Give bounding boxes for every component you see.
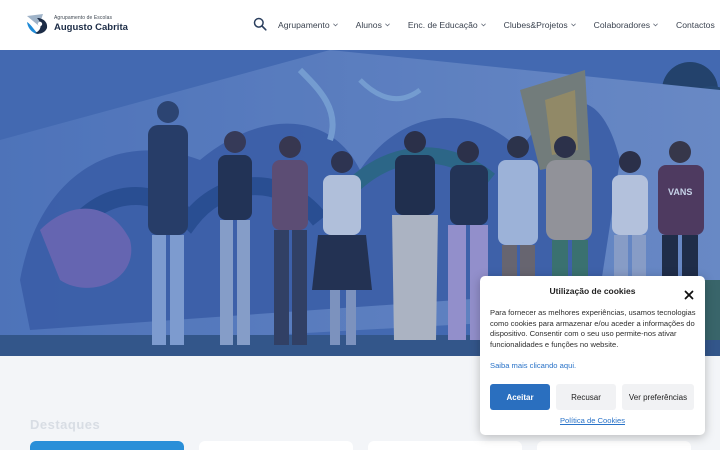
site-header: Agrupamento de Escolas Augusto Cabrita A…	[0, 0, 720, 50]
logo-name: Augusto Cabrita	[54, 21, 128, 33]
cookie-policy-link[interactable]: Política de Cookies	[480, 416, 705, 425]
nav-item-alunos[interactable]: Alunos	[356, 20, 390, 30]
highlight-card[interactable]	[368, 441, 522, 450]
main-nav: Agrupamento Alunos Enc. de Educação Club…	[278, 0, 715, 50]
reject-cookies-button[interactable]: Recusar	[556, 384, 616, 410]
nav-item-label: Clubes&Projetos	[503, 20, 568, 30]
highlight-card[interactable]	[537, 441, 691, 450]
nav-item-label: Colaboradores	[593, 20, 651, 30]
nav-item-clubes-projetos[interactable]: Clubes&Projetos	[504, 20, 576, 30]
chevron-down-icon	[653, 23, 658, 27]
nav-item-label: Alunos	[355, 20, 382, 30]
nav-item-label: Enc. de Educação	[407, 20, 478, 30]
chevron-down-icon	[570, 23, 576, 27]
learn-more-link[interactable]: Saiba mais clicando aqui.	[490, 361, 576, 370]
cookie-dialog-title: Utilização de cookies	[549, 286, 636, 296]
nav-item-label: Contactos	[676, 20, 715, 30]
nav-item-contactos[interactable]: Contactos	[676, 20, 715, 30]
highlight-card[interactable]	[30, 441, 184, 450]
section-title: Destaques	[30, 417, 101, 432]
cookie-consent-dialog: Utilização de cookies Para fornecer as m…	[480, 276, 705, 435]
chevron-down-icon	[385, 23, 390, 27]
search-icon[interactable]	[253, 17, 267, 31]
close-icon[interactable]	[684, 287, 694, 300]
nav-item-enc-educacao[interactable]: Enc. de Educação	[408, 20, 486, 30]
cookie-dialog-text: Para fornecer as melhores experiências, …	[490, 308, 696, 349]
view-preferences-button[interactable]: Ver preferências	[622, 384, 694, 410]
nav-item-label: Agrupamento	[278, 20, 330, 30]
site-logo[interactable]: Agrupamento de Escolas Augusto Cabrita	[25, 12, 128, 36]
logo-emblem-icon	[25, 12, 49, 36]
nav-item-colaboradores[interactable]: Colaboradores	[594, 20, 658, 30]
chevron-down-icon	[480, 23, 486, 27]
highlight-card[interactable]	[199, 441, 353, 450]
nav-item-agrupamento[interactable]: Agrupamento	[278, 20, 338, 30]
accept-cookies-button[interactable]: Aceitar	[490, 384, 550, 410]
chevron-down-icon	[332, 23, 338, 27]
logo-subtitle: Agrupamento de Escolas	[54, 14, 113, 21]
